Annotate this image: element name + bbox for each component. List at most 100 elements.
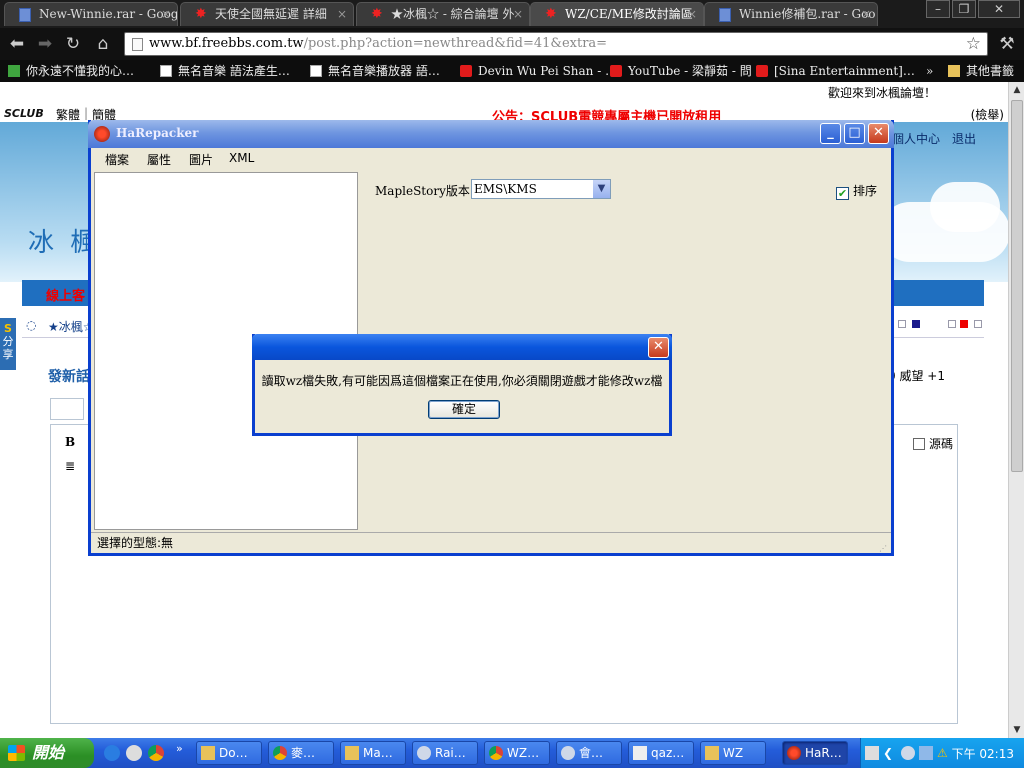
align-icon[interactable]: ≣	[65, 459, 75, 473]
close-icon[interactable]: ×	[687, 3, 697, 25]
harepacker-titlebar[interactable]: HaRepacker _ □ ✕	[88, 120, 894, 148]
menu-properties[interactable]: 屬性	[147, 151, 171, 168]
page-icon	[132, 38, 143, 51]
chrome-icon[interactable]	[148, 745, 164, 761]
color-swatch[interactable]	[960, 320, 968, 328]
tray-expand-icon[interactable]: ❮	[883, 746, 897, 760]
share-tab[interactable]: S 分享	[0, 318, 16, 370]
star-icon[interactable]: ☆	[966, 33, 981, 55]
wrench-icon[interactable]: ⚒	[996, 33, 1018, 55]
keyboard-icon[interactable]	[865, 746, 879, 760]
doc-icon	[719, 8, 731, 22]
home-icon[interactable]: ⌂	[92, 33, 114, 55]
start-button[interactable]: 開始	[0, 738, 94, 768]
close-icon[interactable]: ×	[161, 3, 171, 25]
close-button[interactable]: ✕	[648, 337, 669, 358]
color-swatch[interactable]	[912, 320, 920, 328]
scroll-up-icon[interactable]: ▲	[1009, 82, 1024, 98]
maple-leaf-icon: ✸	[545, 6, 557, 22]
online-label[interactable]: 線上客	[46, 285, 85, 304]
menu-xml[interactable]: XML	[229, 151, 254, 165]
lang-traditional-link[interactable]: 繁體	[56, 106, 80, 123]
close-icon[interactable]: ×	[861, 3, 871, 25]
app-icon	[561, 746, 575, 760]
url-host: www.bf.freebbs.com.tw	[149, 36, 304, 51]
tray-app-icon[interactable]	[901, 746, 915, 760]
sort-checkbox-group[interactable]: ✔ 排序	[835, 182, 877, 200]
taskbar-item[interactable]: 麥…	[268, 741, 334, 765]
chevron-down-icon[interactable]: ▼	[593, 180, 610, 198]
back-icon[interactable]: ⬅	[6, 33, 28, 55]
source-checkbox[interactable]	[913, 438, 926, 450]
taskbar-item[interactable]: WZ…	[484, 741, 550, 765]
scroll-thumb[interactable]	[1011, 100, 1023, 472]
bookmark-item[interactable]: Devin Wu Pei Shan - …	[458, 62, 617, 80]
version-select[interactable]: EMS\KMS ▼	[471, 179, 611, 199]
close-icon[interactable]: ×	[337, 3, 347, 25]
share-logo-icon: S	[4, 322, 12, 335]
bookmark-item[interactable]: [Sina Entertainment]…	[754, 62, 915, 80]
minimize-button[interactable]: –	[926, 0, 950, 18]
browser-tab[interactable]: ✸ 天使全國無延遲 詳細 ×	[180, 2, 354, 26]
bookmark-icon	[8, 65, 20, 77]
close-icon[interactable]: ×	[513, 3, 523, 25]
close-button[interactable]: ✕	[868, 123, 889, 144]
network-icon[interactable]	[919, 746, 933, 760]
taskbar-item[interactable]: 會…	[556, 741, 622, 765]
bookmark-label: 無名音樂 語法產生…	[178, 64, 290, 78]
browser-tab[interactable]: Winnie修補包.rar - Goo ×	[704, 2, 878, 26]
report-link[interactable]: (檢舉)	[971, 106, 1004, 123]
bookmark-item[interactable]: 無名音樂播放器 語…	[308, 62, 440, 80]
minimize-button[interactable]: _	[820, 123, 841, 144]
bookmarks-overflow-icon[interactable]: »	[922, 62, 933, 80]
source-toggle[interactable]: 源碼	[913, 435, 953, 452]
browser-tab-active[interactable]: ✸ WZ/CE/ME修改討論區 ×	[530, 2, 704, 26]
maple-leaf-icon: ✸	[371, 6, 383, 22]
ie-icon[interactable]	[104, 745, 120, 761]
forward-icon[interactable]: ➡	[34, 33, 56, 55]
task-label: Do…	[219, 746, 248, 760]
taskbar-item[interactable]: Ma…	[340, 741, 406, 765]
color-swatch[interactable]	[898, 320, 906, 328]
warning-icon[interactable]: ⚠	[937, 746, 951, 760]
bookmark-item[interactable]: 你永遠不懂我的心…	[6, 62, 134, 80]
forum-link[interactable]: ★冰楓☆	[48, 318, 94, 335]
template-dropdown[interactable]	[50, 398, 84, 420]
bookmark-item[interactable]: 無名音樂 語法產生…	[158, 62, 290, 80]
close-button[interactable]: ✕	[978, 0, 1020, 18]
bookmark-item[interactable]: YouTube - 梁靜茹 - 問	[608, 62, 752, 80]
sort-checkbox[interactable]: ✔	[835, 187, 849, 200]
taskbar-item[interactable]: Do…	[196, 741, 262, 765]
maximize-button[interactable]: □	[844, 123, 865, 144]
taskbar-item[interactable]: Rai…	[412, 741, 478, 765]
harepacker-icon	[94, 126, 110, 142]
sort-label: 排序	[852, 184, 877, 198]
user-center-link[interactable]: 個人中心	[892, 130, 940, 147]
address-bar[interactable]: www.bf.freebbs.com.tw/post.php?action=ne…	[124, 32, 988, 56]
menu-image[interactable]: 圖片	[189, 151, 213, 168]
taskbar-item[interactable]: qaz…	[628, 741, 694, 765]
color-swatch[interactable]	[974, 320, 982, 328]
other-bookmarks-folder[interactable]: 其他書籤	[946, 62, 1014, 80]
restore-button[interactable]: ❐	[952, 0, 976, 18]
menu-file[interactable]: 檔案	[105, 151, 129, 168]
quicklaunch-overflow-icon[interactable]: »	[176, 742, 183, 755]
browser-tab[interactable]: New-Winnie.rar - Google ×	[4, 2, 178, 26]
ok-button[interactable]: 確定	[428, 400, 500, 419]
taskbar-item[interactable]: WZ	[700, 741, 766, 765]
color-swatch[interactable]	[948, 320, 956, 328]
url-path: /post.php?action=newthread&fid=41&extra=	[303, 36, 608, 51]
browser-tab[interactable]: ✸ ★冰楓☆ - 綜合論壇 外 ×	[356, 2, 530, 26]
scroll-down-icon[interactable]: ▼	[1009, 722, 1024, 738]
page-scrollbar[interactable]: ▲ ▼	[1008, 82, 1024, 738]
bold-button[interactable]: B	[65, 435, 75, 449]
tab-label: ★冰楓☆ - 綜合論壇 外	[391, 7, 515, 21]
logout-link[interactable]: 退出	[952, 130, 976, 147]
task-label: 麥…	[291, 746, 316, 760]
media-icon[interactable]	[126, 745, 142, 761]
taskbar-item-active[interactable]: HaR…	[782, 741, 848, 765]
reload-icon[interactable]: ↻	[62, 33, 84, 55]
dialog-titlebar[interactable]: ✕	[252, 334, 672, 360]
bookmark-label: YouTube - 梁靜茹 - 問	[628, 64, 752, 78]
resize-grip-icon[interactable]: ⋰	[879, 539, 887, 559]
